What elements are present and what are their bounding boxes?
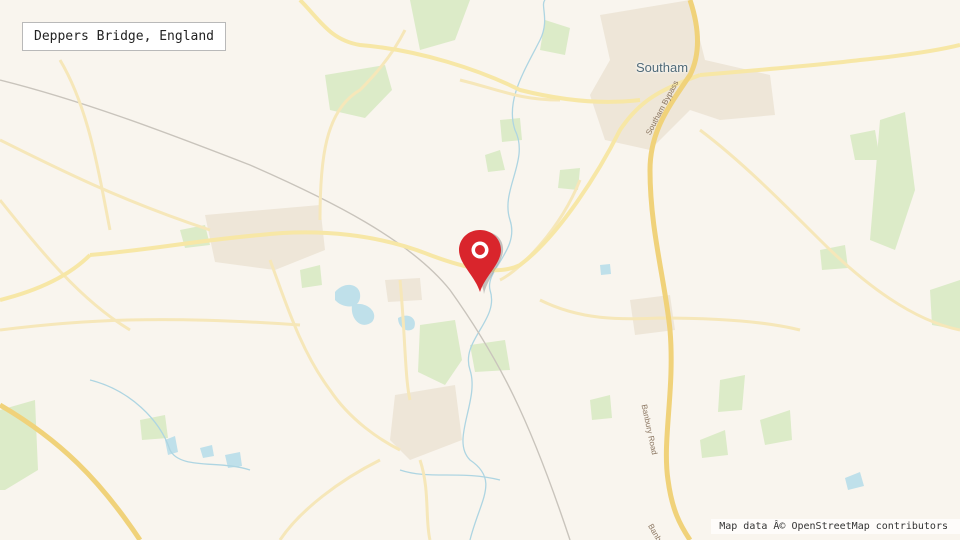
map-attribution[interactable]: Map data Â© OpenStreetMap contributors [711,519,960,534]
map-canvas[interactable]: Southam Southam Bypass Banbury Road Banb… [0,0,960,540]
town-label-southam: Southam [636,60,689,75]
location-label: Deppers Bridge, England [22,22,227,51]
map-pin-icon[interactable] [457,228,507,300]
map-pin-icon-graphic [459,230,504,294]
